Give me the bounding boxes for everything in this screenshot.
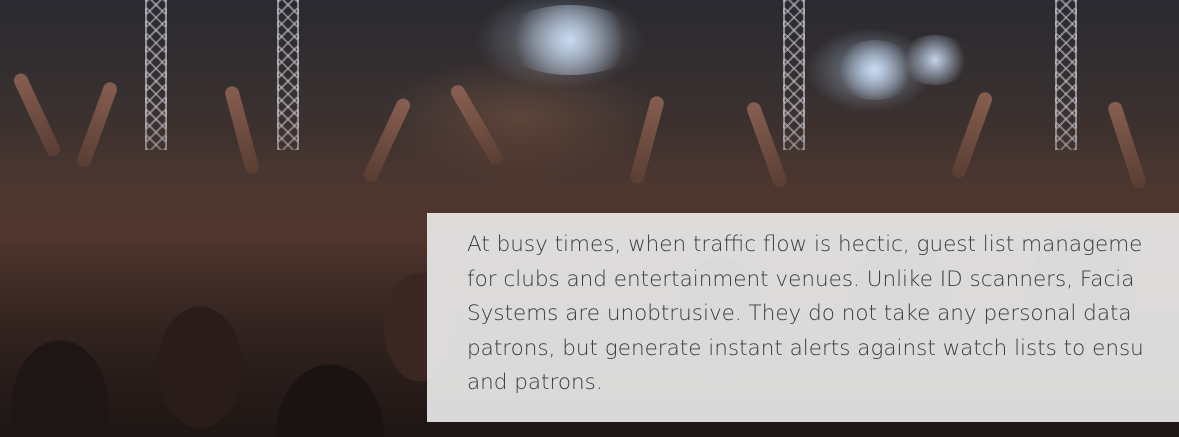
overlay-line-4: patrons, but generate instant alerts aga… bbox=[467, 335, 1144, 361]
overlay-line-1: At busy times, when traffic flow is hect… bbox=[467, 232, 1143, 257]
overlay-line-2: for clubs and entertainment venues. Unli… bbox=[467, 266, 1135, 292]
overlay-line-5: and patrons. bbox=[467, 370, 603, 395]
overlay-text-panel: At busy times, when traffic flow is hect… bbox=[427, 213, 1179, 422]
overlay-paragraph: At busy times, when traffic flow is hect… bbox=[467, 228, 1179, 401]
overlay-line-3: Systems are unobtrusive. They do not tak… bbox=[467, 301, 1132, 326]
stage-light bbox=[900, 35, 970, 85]
stage-light bbox=[500, 5, 640, 75]
